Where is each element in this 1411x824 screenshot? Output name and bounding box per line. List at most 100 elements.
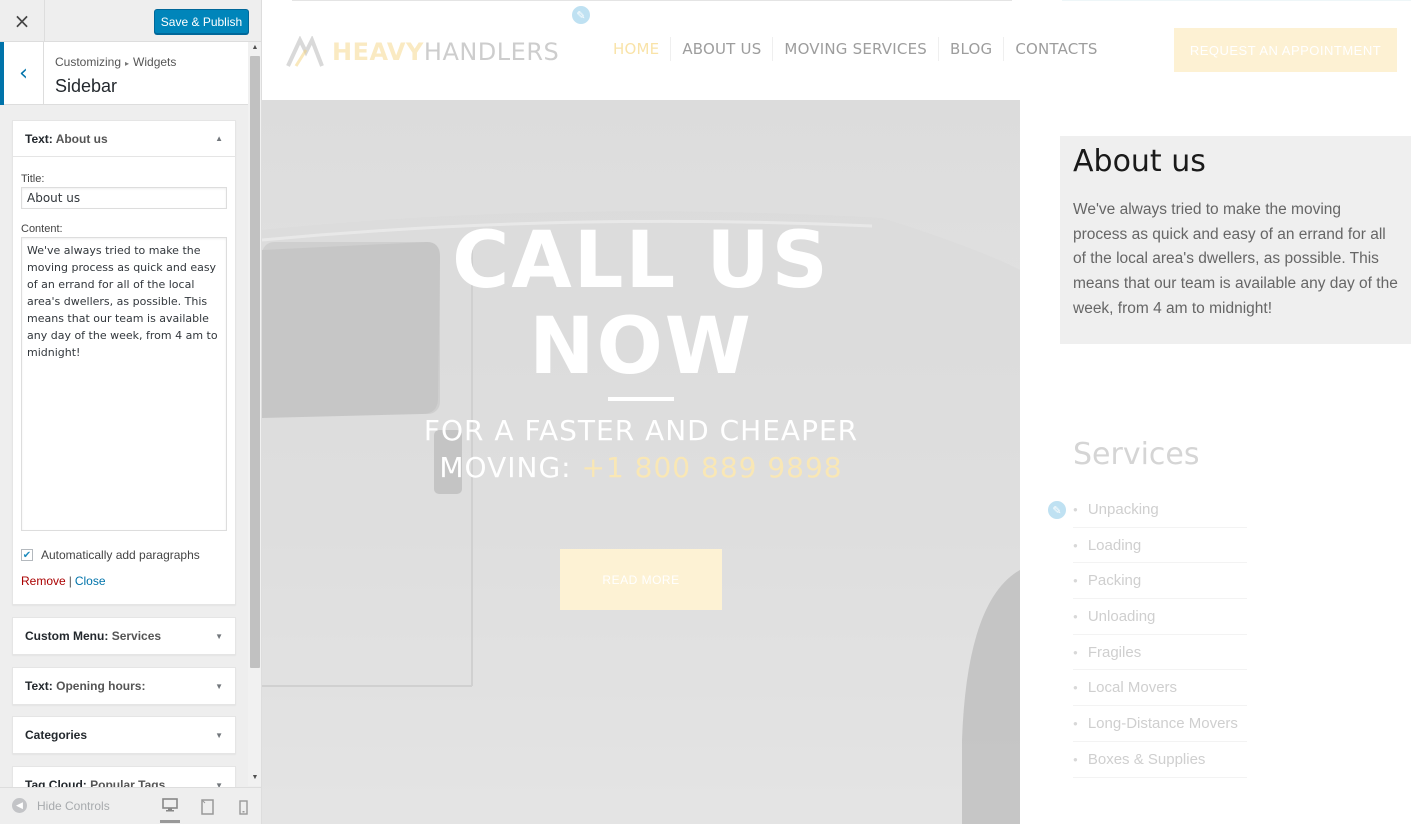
- close-customizer-button[interactable]: ×: [0, 0, 45, 42]
- bullet-icon: ●: [1073, 611, 1078, 621]
- customizer-footer: ◀ Hide Controls: [0, 787, 261, 824]
- service-item[interactable]: ● Boxes & Supplies: [1073, 742, 1247, 778]
- widget-header-opening-hours[interactable]: Text: Opening hours: ▼: [13, 668, 235, 704]
- breadcrumb: Customizing ▸ Widgets: [55, 55, 176, 69]
- bullet-icon: ●: [1073, 504, 1078, 514]
- about-us-heading: About us: [1073, 144, 1206, 179]
- widget-type: Text: [25, 131, 49, 146]
- bullet-icon: ●: [1073, 576, 1078, 586]
- service-item[interactable]: ● Packing: [1073, 563, 1247, 600]
- arrow-left-circle-icon: ◀: [12, 798, 27, 813]
- section-header: ‹ Customizing ▸ Widgets Sidebar: [0, 42, 248, 105]
- widget-text-about-us: Text: About us ▲ Title: Content: We've a…: [12, 120, 236, 605]
- request-appointment-button[interactable]: REQUEST AN APPOINTMENT: [1174, 28, 1397, 72]
- service-item[interactable]: ● Unpacking: [1073, 492, 1247, 528]
- breadcrumb-separator-icon: ▸: [125, 59, 130, 68]
- save-publish-button[interactable]: Save & Publish: [154, 9, 249, 34]
- bullet-icon: ●: [1073, 718, 1078, 728]
- close-link[interactable]: Close: [75, 574, 106, 588]
- logo-text-heavy: HEAVY: [332, 38, 424, 66]
- expand-arrow-icon[interactable]: ▼: [215, 731, 223, 740]
- widget-text-opening-hours[interactable]: Text: Opening hours: ▼: [12, 667, 236, 705]
- hero-title: CALL US NOW: [262, 218, 1020, 390]
- site-preview: ✎ HEAVYHANDLERS HOME ABOUT US MOVING SER…: [262, 0, 1411, 824]
- chevron-left-icon: ‹: [19, 61, 28, 86]
- hero-section: CALL US NOW FOR A FASTER AND CHEAPER MOV…: [262, 100, 1020, 824]
- widget-header-categories[interactable]: Categories ▼: [13, 717, 235, 753]
- customizer-panel: × Save & Publish ‹ Customizing ▸ Widgets S…: [0, 0, 262, 824]
- widget-actions: Remove | Close: [21, 574, 227, 588]
- title-input[interactable]: [21, 187, 227, 209]
- section-title: Sidebar: [55, 76, 118, 96]
- about-us-widget: About us We've always tried to make the …: [1060, 136, 1411, 344]
- hero-title-line-1: CALL US: [452, 216, 830, 306]
- action-separator: |: [68, 574, 72, 588]
- hide-controls-label: Hide Controls: [37, 798, 110, 813]
- service-item[interactable]: ● Long-Distance Movers: [1073, 706, 1247, 742]
- tablet-preview-icon[interactable]: [197, 797, 217, 817]
- nav-item-blog[interactable]: BLOG: [937, 37, 1003, 61]
- bullet-icon: ●: [1073, 647, 1078, 657]
- about-us-text: We've always tried to make the moving pr…: [1073, 201, 1398, 317]
- widget-header-custom-menu[interactable]: Custom Menu: Services ▼: [13, 618, 235, 654]
- remove-link[interactable]: Remove: [21, 574, 66, 588]
- auto-paragraphs-label: Automatically add paragraphs: [41, 548, 200, 562]
- main-nav: HOME ABOUT US MOVING SERVICES BLOG CONTA…: [602, 37, 1109, 61]
- service-item[interactable]: ● Fragiles: [1073, 635, 1247, 671]
- nav-item-moving-services[interactable]: MOVING SERVICES: [772, 37, 938, 61]
- widget-name: Services: [111, 629, 162, 643]
- service-item[interactable]: ● Local Movers: [1073, 670, 1247, 707]
- title-label: Title:: [21, 173, 45, 185]
- bullet-icon: ●: [1073, 540, 1078, 550]
- expand-arrow-icon[interactable]: ▼: [215, 682, 223, 691]
- nav-item-about-us[interactable]: ABOUT US: [670, 37, 772, 61]
- nav-item-contacts[interactable]: CONTACTS: [1003, 37, 1108, 61]
- services-list: ● Unpacking ● Loading ● Packing ● Unloading …: [1073, 492, 1247, 778]
- widget-name: Opening hours:: [56, 679, 146, 693]
- nav-item-home[interactable]: HOME: [602, 37, 670, 61]
- service-label: Unloading: [1087, 607, 1156, 625]
- desktop-preview-icon[interactable]: [160, 796, 180, 823]
- service-label: Boxes & Supplies: [1087, 750, 1206, 768]
- hide-controls-button[interactable]: ◀ Hide Controls: [12, 798, 110, 813]
- header-top-border: [292, 0, 1012, 1]
- service-label: Local Movers: [1087, 679, 1178, 697]
- hero-title-line-2: NOW: [529, 302, 753, 392]
- hero-divider: [608, 397, 674, 401]
- content-textarea[interactable]: We've always tried to make the moving pr…: [21, 237, 227, 531]
- scroll-down-arrow-icon[interactable]: ▼: [248, 774, 261, 781]
- content-label: Content:: [21, 223, 63, 235]
- read-more-button[interactable]: READ MORE: [560, 549, 722, 610]
- scrollbar-thumb[interactable]: [250, 56, 260, 668]
- collapse-arrow-icon[interactable]: ▲: [215, 134, 223, 143]
- edit-shortcut-pencil-icon[interactable]: ✎: [1046, 499, 1068, 521]
- panel-scrollbar[interactable]: ▲ ▼: [248, 42, 261, 786]
- service-label: Fragiles: [1087, 643, 1142, 661]
- service-item[interactable]: ● Unloading: [1073, 599, 1247, 635]
- breadcrumb-root: Customizing: [55, 55, 122, 69]
- auto-paragraphs-row[interactable]: ✔ Automatically add paragraphs: [21, 548, 227, 562]
- services-heading: Services: [1073, 437, 1200, 472]
- auto-paragraphs-checkbox[interactable]: ✔: [21, 549, 33, 561]
- hero-phone[interactable]: +1 800 889 9898: [581, 451, 842, 484]
- widget-type: Text: [25, 679, 49, 693]
- service-label: Packing: [1087, 572, 1142, 590]
- widget-name: About us: [55, 131, 108, 146]
- service-label: Long-Distance Movers: [1087, 714, 1238, 732]
- edit-shortcut-pencil-icon[interactable]: ✎: [570, 4, 592, 26]
- widget-categories[interactable]: Categories ▼: [12, 716, 236, 754]
- widget-custom-menu-services[interactable]: Custom Menu: Services ▼: [12, 617, 236, 655]
- widget-type: Custom Menu: [25, 629, 105, 643]
- logo-text-handlers: HANDLERS: [423, 38, 560, 66]
- service-item[interactable]: ● Loading: [1073, 528, 1247, 564]
- logo-mark-icon: [286, 36, 324, 67]
- service-label: Unpacking: [1087, 500, 1159, 518]
- expand-arrow-icon[interactable]: ▼: [215, 632, 223, 641]
- mobile-preview-icon[interactable]: [233, 797, 253, 817]
- service-label: Loading: [1087, 536, 1142, 554]
- scroll-up-arrow-icon[interactable]: ▲: [248, 44, 261, 51]
- site-logo[interactable]: HEAVYHANDLERS: [286, 36, 559, 68]
- back-button[interactable]: ‹: [0, 42, 44, 105]
- hero-subtitle: FOR A FASTER AND CHEAPER MOVING: +1 800 …: [412, 412, 870, 486]
- widget-header-text-about-us[interactable]: Text: About us ▲: [13, 121, 235, 157]
